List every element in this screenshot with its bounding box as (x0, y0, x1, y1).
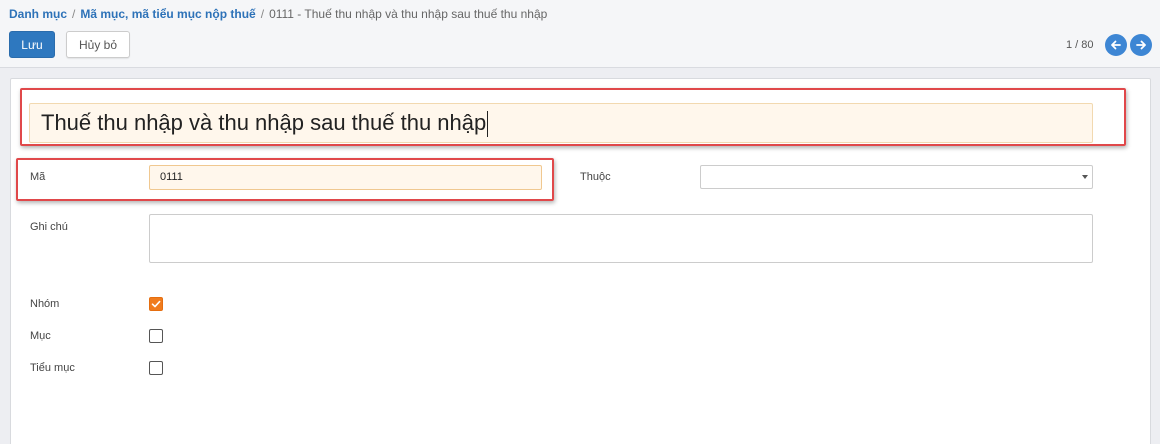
note-label: Ghi chú (30, 221, 68, 233)
subitem-label: Tiểu mục (30, 362, 75, 374)
highlight-box-name (20, 88, 1126, 146)
breadcrumb-separator: / (260, 7, 265, 21)
group-checkbox[interactable] (149, 297, 163, 311)
parent-select[interactable] (700, 165, 1093, 189)
caret-down-icon (1082, 175, 1088, 179)
parent-label: Thuộc (580, 171, 611, 183)
breadcrumb-link-catalog[interactable]: Danh mục (9, 7, 67, 21)
breadcrumb-link-tax-codes[interactable]: Mã mục, mã tiểu mục nộp thuế (80, 7, 255, 21)
save-button[interactable]: Lưu (9, 31, 55, 58)
item-label: Mục (30, 330, 51, 342)
cancel-button[interactable]: Hủy bỏ (66, 31, 130, 58)
breadcrumb-separator: / (72, 7, 76, 21)
note-textarea[interactable] (149, 214, 1093, 263)
subitem-checkbox[interactable] (149, 361, 163, 375)
previous-record-button[interactable] (1105, 34, 1127, 56)
breadcrumb-current: 0111 - Thuế thu nhập và thu nhập sau thu… (269, 7, 548, 21)
next-record-button[interactable] (1130, 34, 1152, 56)
breadcrumb: Danh mục / Mã mục, mã tiểu mục nộp thuế / 01… (9, 7, 547, 21)
arrow-right-icon (1136, 40, 1146, 50)
pager-counter: 1 / 80 (1066, 39, 1094, 51)
checkmark-icon (151, 300, 161, 308)
item-checkbox[interactable] (149, 329, 163, 343)
group-label: Nhóm (30, 298, 60, 310)
top-bar: Danh mục / Mã mục, mã tiểu mục nộp thuế / 01… (0, 0, 1160, 68)
arrow-left-icon (1111, 40, 1121, 50)
highlight-box-code (16, 158, 554, 201)
